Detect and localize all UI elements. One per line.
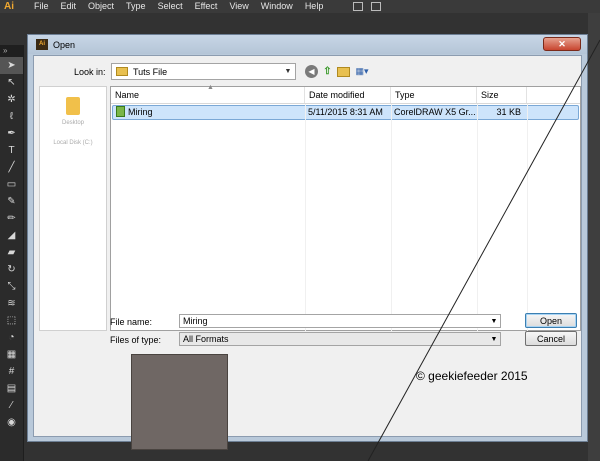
diagonal-line-annotation xyxy=(367,39,600,461)
